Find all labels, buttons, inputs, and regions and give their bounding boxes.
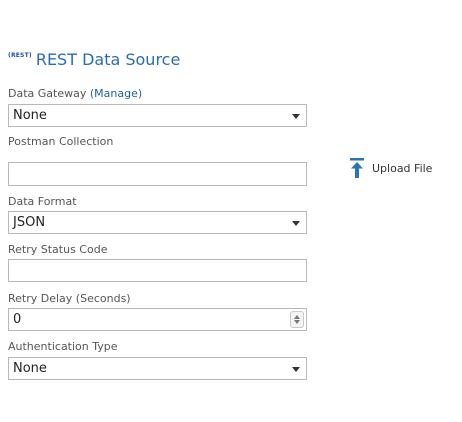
page-title: REST Data Source <box>35 50 181 69</box>
retry-delay-input[interactable]: 0 <box>8 308 307 331</box>
data-format-label: Data Format <box>8 195 77 208</box>
retry-status-code-input[interactable] <box>8 259 307 282</box>
retry-delay-value: 0 <box>13 312 22 327</box>
authentication-type-value: None <box>13 361 47 376</box>
manage-gateway-link[interactable]: (Manage) <box>90 87 142 100</box>
chevron-down-icon <box>292 114 300 119</box>
chevron-down-icon <box>292 221 300 226</box>
data-format-select[interactable]: JSON <box>8 211 307 234</box>
rest-data-source-form: (REST) REST Data Source Data Gateway (Ma… <box>0 0 462 422</box>
upload-icon <box>350 158 364 178</box>
retry-delay-label: Retry Delay (Seconds) <box>8 292 131 305</box>
rest-badge-icon: (REST) <box>8 52 32 59</box>
data-gateway-label-text: Data Gateway <box>8 87 87 100</box>
upload-file-label: Upload File <box>372 161 433 175</box>
retry-status-code-label: Retry Status Code <box>8 243 108 256</box>
data-gateway-select[interactable]: None <box>8 104 307 127</box>
chevron-down-icon <box>292 367 300 372</box>
spinner-down-icon[interactable] <box>294 320 300 324</box>
header: (REST) REST Data Source <box>8 50 180 69</box>
data-gateway-value: None <box>13 108 47 123</box>
authentication-type-label: Authentication Type <box>8 340 118 353</box>
postman-collection-label: Postman Collection <box>8 135 114 148</box>
spinner-up-icon[interactable] <box>294 315 300 319</box>
upload-file-button[interactable]: Upload File <box>349 157 432 179</box>
retry-delay-spinner[interactable] <box>290 311 304 328</box>
data-format-value: JSON <box>13 215 46 230</box>
postman-collection-input[interactable] <box>8 162 307 186</box>
authentication-type-select[interactable]: None <box>8 357 307 380</box>
data-gateway-label: Data Gateway (Manage) <box>8 87 142 100</box>
